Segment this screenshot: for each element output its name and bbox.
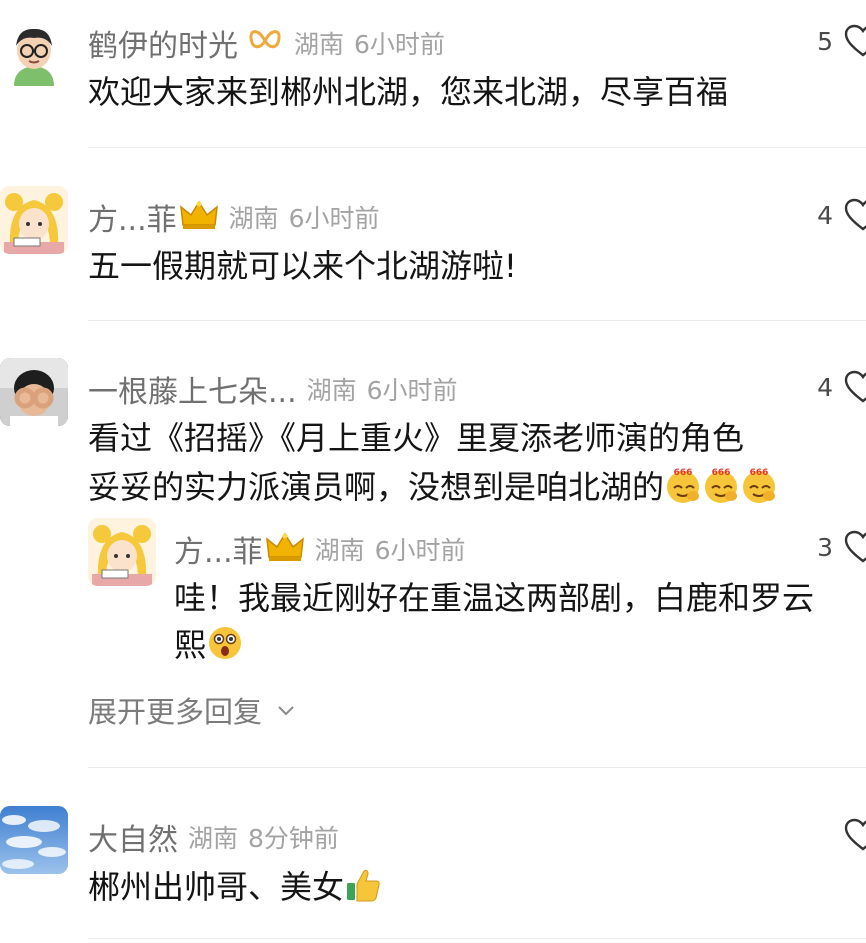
timestamp: 6小时前 bbox=[354, 30, 445, 59]
like-count: 3 bbox=[817, 532, 833, 562]
comment-meta: 湖南 8分钟前 bbox=[188, 819, 339, 855]
like-count: 4 bbox=[817, 200, 833, 230]
child-photo-avatar-icon bbox=[0, 358, 68, 426]
like-button[interactable]: 5 bbox=[813, 24, 866, 58]
surprised-face-emoji bbox=[209, 627, 242, 659]
username[interactable]: 大自然 bbox=[88, 815, 178, 859]
divider bbox=[88, 147, 866, 148]
location: 湖南 bbox=[228, 204, 279, 233]
like-count: 5 bbox=[817, 26, 833, 56]
reply-avatar[interactable] bbox=[88, 518, 156, 586]
crown-icon bbox=[265, 531, 305, 567]
avatar[interactable] bbox=[0, 806, 68, 874]
comment-meta: 湖南 6小时前 bbox=[307, 371, 458, 407]
reply-header: 方...菲 湖南 6小时前 bbox=[174, 527, 466, 571]
comment-text-line2-text: 妥妥的实力派演员啊，没想到是咱北湖的 bbox=[88, 468, 665, 506]
location: 湖南 bbox=[314, 536, 365, 565]
avatar[interactable] bbox=[0, 18, 68, 86]
like-button[interactable] bbox=[813, 818, 866, 852]
comment-text: 欢迎大家来到郴州北湖，您来北湖，尽享百福 bbox=[88, 73, 729, 111]
666-emoji: 666 bbox=[667, 468, 700, 503]
comment-header: 鹤伊的时光 湖南 6小时前 bbox=[88, 21, 445, 65]
like-button[interactable]: 4 bbox=[813, 198, 866, 232]
comment-text-line1: 看过《招摇》《月上重火》里夏添老师演的角色 bbox=[88, 419, 745, 457]
reply-like-button[interactable]: 3 bbox=[813, 530, 866, 564]
svg-text:666: 666 bbox=[674, 468, 693, 478]
like-button[interactable]: 4 bbox=[813, 370, 866, 404]
sky-clouds-avatar-icon bbox=[0, 806, 68, 874]
comment-header: 一根藤上七朵... 湖南 6小时前 bbox=[88, 367, 458, 411]
reply-meta: 湖南 6小时前 bbox=[315, 531, 466, 567]
svg-text:666: 666 bbox=[712, 468, 731, 478]
thumbs-up-emoji bbox=[347, 869, 380, 902]
crown-icon bbox=[179, 199, 219, 235]
timestamp: 6小时前 bbox=[374, 536, 466, 565]
svg-text:666: 666 bbox=[750, 468, 769, 478]
reply-text-line2-text: 熙 bbox=[174, 626, 207, 664]
comment-text: 郴州出帅哥、美女 bbox=[88, 866, 382, 908]
divider bbox=[88, 767, 866, 768]
username[interactable]: 一根藤上七朵... bbox=[88, 367, 297, 411]
avatar[interactable] bbox=[0, 358, 68, 426]
heart-icon bbox=[844, 530, 866, 563]
expand-more-label: 展开更多回复 bbox=[88, 695, 263, 729]
comment-meta: 湖南 6小时前 bbox=[294, 25, 445, 61]
location: 湖南 bbox=[306, 376, 357, 405]
cartoon-girl-avatar-icon bbox=[0, 186, 68, 254]
comment-text: 五一假期就可以来个北湖游啦! bbox=[88, 247, 517, 285]
comment-text-content: 郴州出帅哥、美女 bbox=[88, 868, 345, 906]
timestamp: 8分钟前 bbox=[248, 824, 339, 853]
username[interactable]: 鹤伊的时光 bbox=[88, 21, 238, 65]
divider bbox=[88, 320, 866, 321]
666-emoji: 666 bbox=[705, 468, 738, 503]
heart-icon bbox=[844, 370, 866, 403]
heart-icon bbox=[844, 198, 866, 231]
timestamp: 6小时前 bbox=[288, 204, 380, 233]
expand-more-replies-button[interactable]: 展开更多回复 bbox=[88, 689, 296, 731]
comment-meta: 湖南 6小时前 bbox=[229, 199, 380, 235]
username[interactable]: 方...菲 bbox=[88, 195, 177, 239]
heart-icon bbox=[844, 818, 866, 851]
cartoon-girl-avatar-icon bbox=[88, 518, 156, 586]
comment-text-line2: 妥妥的实力派演员啊，没想到是咱北湖的 666 666 666 bbox=[88, 466, 778, 508]
timestamp: 6小时前 bbox=[366, 376, 458, 405]
avatar[interactable] bbox=[0, 186, 68, 254]
reply-text-line1: 哇！我最近刚好在重温这两部剧，白鹿和罗云 bbox=[174, 579, 815, 617]
666-emoji: 666 bbox=[743, 468, 776, 503]
divider bbox=[88, 938, 866, 939]
location: 湖南 bbox=[294, 30, 345, 59]
cartoon-man-avatar-icon bbox=[0, 18, 68, 86]
ribbon-badge-icon bbox=[246, 26, 284, 60]
heart-icon bbox=[844, 24, 866, 57]
location: 湖南 bbox=[188, 824, 239, 853]
reply-username[interactable]: 方...菲 bbox=[174, 527, 263, 571]
like-count: 4 bbox=[817, 372, 833, 402]
reply-text-line2: 熙 bbox=[174, 624, 244, 666]
comment-header: 大自然 湖南 8分钟前 bbox=[88, 815, 339, 859]
comment-header: 方...菲 湖南 6小时前 bbox=[88, 195, 380, 239]
chevron-down-icon bbox=[278, 706, 294, 716]
